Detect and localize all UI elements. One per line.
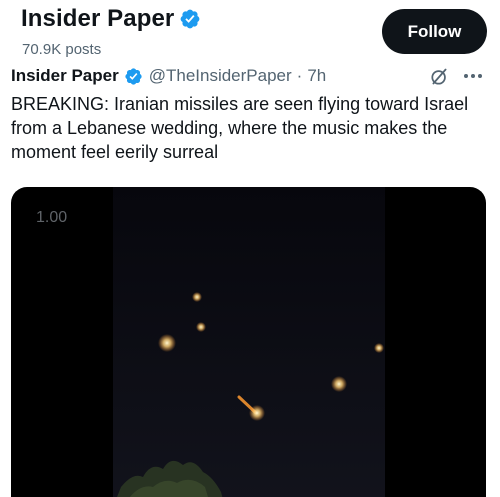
night-sky-video-still (113, 187, 385, 497)
separator-dot: · (296, 66, 303, 85)
post-count: 70.9K posts (22, 41, 102, 58)
video-frame (113, 187, 385, 497)
playback-speed[interactable]: 1.00 (36, 209, 67, 227)
tweet-author-handle[interactable]: @TheInsiderPaper (149, 66, 292, 86)
video-player[interactable]: 1.00 (11, 187, 486, 497)
profile-header: Insider Paper 70.9K posts Follow (0, 0, 500, 62)
follow-button[interactable]: Follow (382, 9, 487, 54)
grok-icon[interactable] (429, 66, 450, 87)
tweet-text: BREAKING: Iranian missiles are seen flyi… (11, 94, 469, 162)
profile-name-text: Insider Paper (21, 5, 175, 32)
verified-badge-icon (125, 67, 142, 85)
more-options-icon[interactable] (460, 64, 486, 88)
tweet-timestamp[interactable]: 7h (307, 66, 326, 86)
tweet-author-name[interactable]: Insider Paper (11, 66, 119, 86)
tweet-header: Insider Paper @TheInsiderPaper · 7h (11, 65, 326, 87)
verified-badge-icon (180, 9, 200, 29)
profile-name[interactable]: Insider Paper (21, 5, 201, 33)
